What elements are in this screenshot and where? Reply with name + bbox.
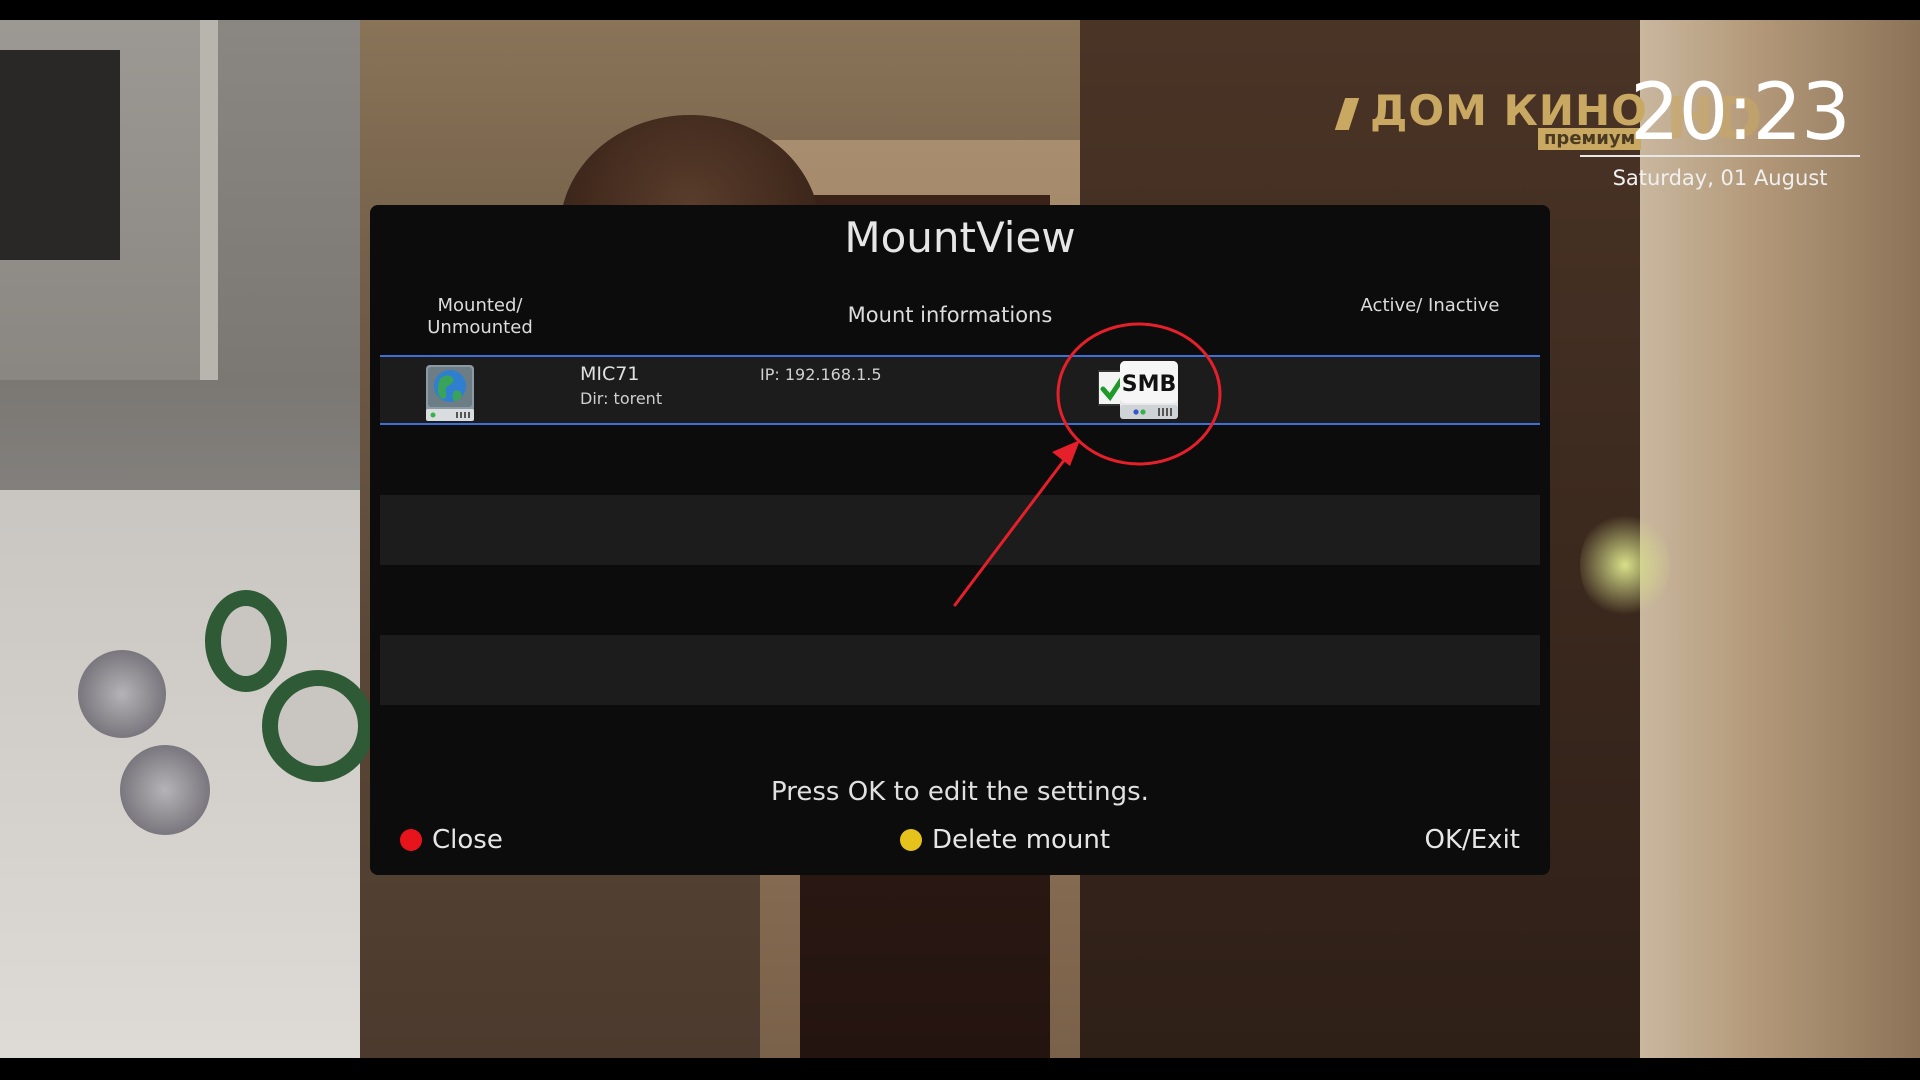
column-header-mount-info: Mount informations (847, 303, 1053, 327)
mount-name: MIC71 (580, 363, 640, 385)
column-header-active: Active/ Inactive (1360, 295, 1500, 316)
mount-ip-address: IP: 192.168.1.5 (760, 365, 882, 384)
smb-icon-label: SMB (1122, 372, 1177, 397)
clock-time: 20:23 (1630, 68, 1851, 158)
mountview-dialog: MountView Mounted/ Unmounted Mount infor… (370, 205, 1550, 875)
close-button-label: Close (432, 825, 503, 855)
mount-list-empty-row (380, 495, 1540, 565)
bg-magnet (120, 745, 210, 835)
status-hint: Press OK to edit the settings. (771, 777, 1149, 807)
channel-logo-sub: премиум (1538, 128, 1642, 150)
mount-list[interactable]: MIC71 Dir: torent IP: 192.168.1.5 SMB (380, 355, 1540, 775)
network-globe-drive-icon (426, 365, 474, 421)
mount-list-item[interactable]: MIC71 Dir: torent IP: 192.168.1.5 SMB (380, 355, 1540, 425)
bg-wreath (262, 670, 374, 782)
mount-list-empty-row (380, 705, 1540, 775)
bg-wreath (205, 590, 287, 692)
mount-list-empty-row (380, 635, 1540, 705)
bg-fridge-window (0, 50, 120, 260)
ok-exit-button[interactable]: OK/Exit (1424, 825, 1520, 855)
red-button-icon (400, 829, 422, 851)
delete-mount-button[interactable]: Delete mount (900, 825, 1110, 855)
mount-directory: Dir: torent (580, 389, 663, 408)
clock-date: Saturday, 01 August (1612, 166, 1828, 190)
mount-list-empty-row (380, 425, 1540, 495)
mount-list-empty-row (380, 565, 1540, 635)
tv-screen: ДОМ КИНО HD премиум 20:23 Saturday, 01 A… (0, 0, 1920, 1080)
delete-mount-button-label: Delete mount (932, 825, 1111, 855)
bg-light-glow (1580, 510, 1670, 620)
yellow-button-icon (900, 829, 922, 851)
bg-magnet (78, 650, 166, 738)
smb-drive-checked-icon: SMB (1098, 361, 1178, 419)
column-header-mounted: Mounted/ Unmounted (427, 295, 533, 338)
dialog-title: MountView (844, 213, 1076, 262)
clock-divider (1580, 155, 1860, 157)
close-button[interactable]: Close (400, 825, 503, 855)
ok-exit-button-label: OK/Exit (1424, 825, 1520, 855)
